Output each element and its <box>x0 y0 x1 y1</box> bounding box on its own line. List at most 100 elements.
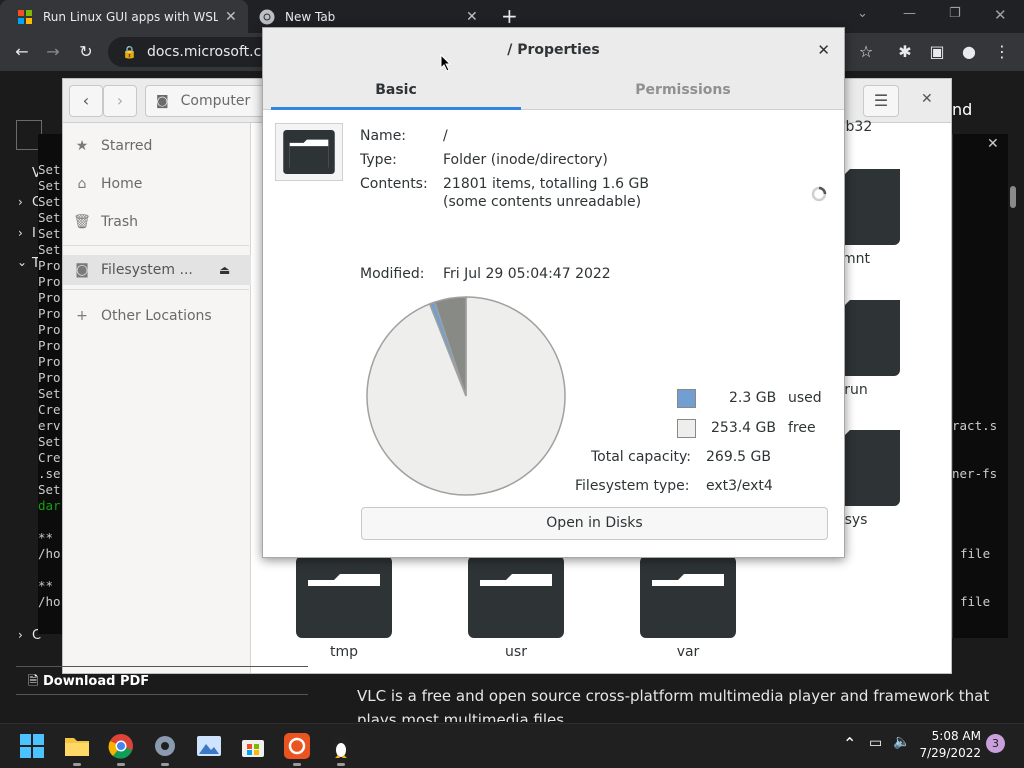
running-indicator <box>73 763 81 766</box>
chevron-right-icon[interactable]: › <box>18 628 23 642</box>
chevron-right-icon[interactable]: › <box>18 195 23 209</box>
windows-start-icon[interactable] <box>18 732 46 760</box>
eject-icon[interactable]: ⏏ <box>219 263 230 277</box>
terminal-line: Cre <box>38 402 61 417</box>
contents-value: 21801 items, totalling 1.6 GB <box>443 176 649 192</box>
photos-icon[interactable] <box>195 732 223 760</box>
sidebar-item-home[interactable]: ⌂ Home <box>63 169 251 199</box>
new-tab-plus-icon[interactable]: + <box>501 4 518 28</box>
linux-penguin-icon[interactable] <box>327 732 355 760</box>
fstype-value: ext3/ext4 <box>706 478 773 494</box>
close-icon[interactable]: ✕ <box>466 10 478 24</box>
reload-icon[interactable]: ↻ <box>75 41 97 63</box>
close-icon[interactable]: ✕ <box>225 10 237 24</box>
terminal-line: Pro <box>38 290 61 305</box>
used-label: used <box>788 390 822 406</box>
chevron-up-icon[interactable]: ⌃ <box>843 734 856 753</box>
chrome-icon[interactable] <box>107 732 135 760</box>
open-in-disks-button[interactable]: Open in Disks <box>361 507 828 540</box>
fstype-label: Filesystem type: <box>575 478 690 494</box>
terminal-line: Set <box>38 162 61 177</box>
profile-avatar-icon[interactable]: ● <box>958 41 980 63</box>
terminal-close-icon[interactable]: ✕ <box>987 136 999 152</box>
download-pdf-label: Download PDF <box>42 674 150 689</box>
browser-tab-title: Run Linux GUI apps with WSL | M <box>43 9 218 24</box>
folder-icon <box>640 556 736 638</box>
folder-icon <box>283 130 335 174</box>
clock-date[interactable]: 7/29/2022 <box>919 746 981 760</box>
ubuntu-icon[interactable] <box>283 732 311 760</box>
running-indicator <box>293 763 301 766</box>
window-close-icon[interactable]: ✕ <box>921 91 933 107</box>
type-value: Folder (inode/directory) <box>443 152 608 168</box>
file-explorer-icon[interactable] <box>63 732 91 760</box>
sidebar-item-filesystem[interactable]: ◙ Filesystem ... ⏏ <box>63 255 251 285</box>
terminal-line: Pro <box>38 274 61 289</box>
bookmark-star-icon[interactable]: ☆ <box>855 41 877 63</box>
disk-usage-pie-chart <box>366 296 566 496</box>
forward-arrow-icon[interactable]: → <box>42 41 64 63</box>
chevron-down-icon[interactable]: ⌄ <box>17 255 27 269</box>
tab-basic[interactable]: Basic <box>271 72 521 110</box>
capacity-label: Total capacity: <box>591 449 691 465</box>
more-menu-icon[interactable]: ⋮ <box>991 41 1013 63</box>
lock-icon: 🔒 <box>122 45 137 59</box>
notification-badge[interactable]: 3 <box>986 734 1005 753</box>
dialog-tab-bar: Basic Permissions <box>263 72 844 110</box>
running-indicator <box>161 763 169 766</box>
terminal-line: Pro <box>38 354 61 369</box>
folder-usr[interactable]: usr <box>468 556 564 660</box>
chevron-down-icon[interactable]: ⌄ <box>857 6 868 21</box>
folder-icon <box>468 556 564 638</box>
terminal-line: dar <box>38 498 61 513</box>
folder-tmp[interactable]: tmp <box>296 556 392 660</box>
chevron-right-icon[interactable]: › <box>18 226 23 240</box>
settings-gear-icon[interactable] <box>151 732 179 760</box>
extensions-icon[interactable]: ✱ <box>894 41 916 63</box>
network-icon[interactable]: ▭ <box>869 735 882 751</box>
windows-taskbar: ⌃ ▭ 🔈 5:08 AM 7/29/2022 <box>0 723 1024 768</box>
terminal-line: Set <box>38 210 61 225</box>
plus-icon: + <box>76 308 88 324</box>
side-panel-icon[interactable]: ▣ <box>926 41 948 63</box>
folder-label: usr <box>505 644 527 660</box>
volume-icon[interactable]: 🔈 <box>893 734 910 750</box>
scrollbar[interactable] <box>1010 186 1016 208</box>
toc-tree-letter[interactable]: I <box>32 226 36 241</box>
tab-permissions[interactable]: Permissions <box>553 72 813 110</box>
files-sidebar: ★ Starred ⌂ Home 🗑 Trash ◙ Filesystem ... ⏏ … <box>63 123 251 673</box>
sidebar-item-other-locations[interactable]: + Other Locations <box>63 301 251 331</box>
sidebar-item-label: Starred <box>101 138 153 154</box>
sidebar-item-label: Trash <box>101 214 138 230</box>
sidebar-item-label: Filesystem ... <box>101 262 193 278</box>
terminal-line: Set <box>38 482 61 497</box>
download-pdf-link[interactable]: 🗎 Download PDF <box>28 672 149 694</box>
window-close-icon[interactable]: ✕ <box>994 6 1007 24</box>
back-arrow-icon[interactable]: ← <box>11 41 33 63</box>
terminal-line: /ho <box>38 594 61 609</box>
view-menu-button[interactable]: ☰ <box>863 85 899 117</box>
used-color-swatch <box>677 389 696 408</box>
terminal-line: Pro <box>38 370 61 385</box>
browser-tab-title: New Tab <box>285 9 336 24</box>
terminal-line: Pro <box>38 258 61 273</box>
terminal-line: Cre <box>38 450 61 465</box>
sidebar-item-trash[interactable]: 🗑 Trash <box>63 207 251 237</box>
clock-time[interactable]: 5:08 AM <box>932 729 981 743</box>
browser-tab-wsl-docs[interactable]: Run Linux GUI apps with WSL | M ✕ <box>0 0 248 33</box>
minimize-icon[interactable]: — <box>903 6 916 21</box>
sidebar-item-starred[interactable]: ★ Starred <box>63 131 251 161</box>
modified-label: Modified: <box>360 266 425 282</box>
sidebar-divider <box>63 245 249 246</box>
microsoft-logo-icon <box>18 9 32 24</box>
restore-icon[interactable]: ❐ <box>949 6 961 21</box>
close-icon[interactable]: ✕ <box>817 40 830 60</box>
back-button[interactable]: ‹ <box>69 85 103 117</box>
name-label: Name: <box>360 128 407 144</box>
forward-button[interactable]: › <box>103 85 137 117</box>
article-paragraph: VLC is a free and open source cross-plat… <box>357 687 990 722</box>
folder-var[interactable]: var <box>640 556 736 660</box>
chrome-logo-icon <box>259 9 275 24</box>
free-label: free <box>788 420 816 436</box>
microsoft-store-icon[interactable] <box>239 732 267 760</box>
